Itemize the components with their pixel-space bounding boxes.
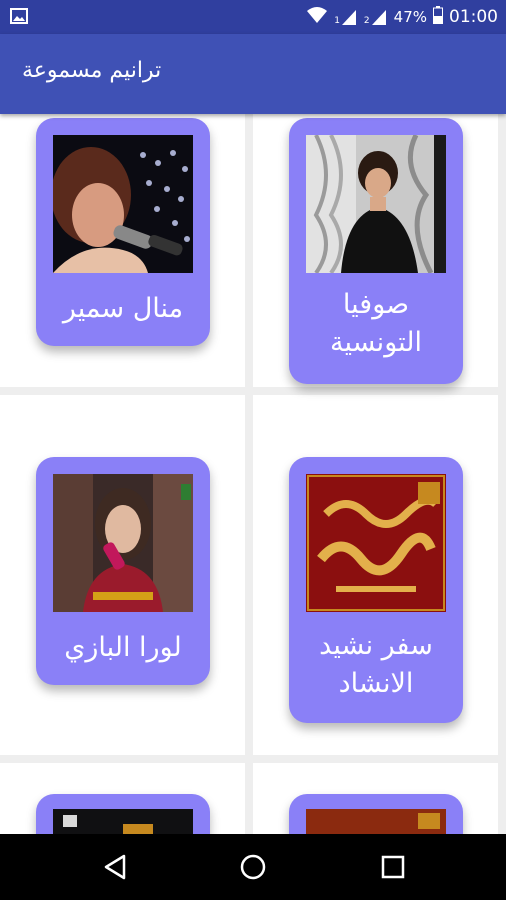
song-card-partial[interactable] <box>36 794 210 834</box>
song-card-label: منال سمير <box>36 290 210 328</box>
singer-thumbnail <box>53 809 193 834</box>
battery-percent: 47% <box>393 8 427 26</box>
app-bar: ترانيم مسموعة <box>0 34 506 114</box>
navigation-bar <box>0 834 506 900</box>
song-card-manal[interactable]: منال سمير <box>36 118 210 346</box>
singer-thumbnail <box>53 474 193 612</box>
song-grid: صوفيا التونسية منال سمير سفر نشيد الانشا… <box>0 114 506 834</box>
clock: 01:00 <box>449 7 498 27</box>
card-title-line1: صوفيا <box>342 289 410 320</box>
back-icon[interactable] <box>100 852 130 882</box>
singer-thumbnail <box>306 809 446 834</box>
status-bar: 1 2 47% 01:00 <box>0 0 506 34</box>
wifi-icon <box>306 6 328 28</box>
singer-thumbnail <box>53 135 193 273</box>
recents-icon[interactable] <box>378 852 408 882</box>
image-icon <box>10 8 30 24</box>
song-card-label: سفر نشيد الانشاد <box>289 627 463 703</box>
card-title-line1: منال سمير <box>62 293 184 324</box>
song-card-label: صوفيا التونسية <box>289 286 463 362</box>
song-card-label: لورا البازي <box>36 629 210 667</box>
card-title-line1: لورا البازي <box>64 632 182 663</box>
singer-thumbnail <box>306 135 446 273</box>
app-title: ترانيم مسموعة <box>22 58 162 83</box>
song-card-laura[interactable]: لورا البازي <box>36 457 210 685</box>
card-title-line2: التونسية <box>329 327 423 358</box>
signal-icon: 1 <box>334 8 358 26</box>
song-card-sofia[interactable]: صوفيا التونسية <box>289 118 463 384</box>
card-title-line2: الانشاد <box>338 668 414 699</box>
battery-icon <box>433 6 443 28</box>
card-title-line1: سفر نشيد <box>319 630 433 661</box>
song-card-safar[interactable]: سفر نشيد الانشاد <box>289 457 463 723</box>
song-card-partial[interactable] <box>289 794 463 834</box>
home-icon[interactable] <box>238 852 268 882</box>
singer-thumbnail <box>306 474 446 612</box>
signal-icon: 2 <box>364 8 388 26</box>
